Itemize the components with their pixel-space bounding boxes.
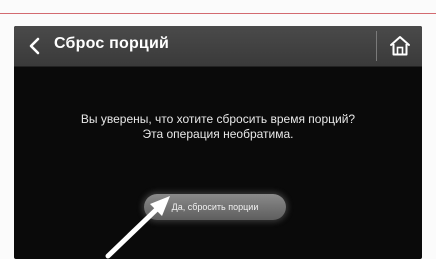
confirmation-message: Вы уверены, что хотите сбросить время по… bbox=[14, 112, 422, 142]
title-divider bbox=[376, 31, 377, 61]
home-icon bbox=[390, 36, 410, 56]
message-line-2: Эта операция необратима. bbox=[142, 127, 294, 141]
home-button[interactable] bbox=[385, 30, 415, 62]
chevron-left-icon bbox=[29, 37, 40, 55]
arrow-pointer-icon bbox=[105, 196, 170, 259]
device-screen: Сброс порций Вы уверены, что хотите сбро… bbox=[14, 26, 422, 259]
message-line-1: Вы уверены, что хотите сбросить время по… bbox=[80, 112, 356, 126]
back-button[interactable] bbox=[24, 34, 44, 58]
top-divider bbox=[0, 13, 436, 14]
screen-title: Сброс порций bbox=[54, 35, 170, 52]
title-bar: Сброс порций bbox=[14, 26, 422, 67]
page: Сброс порций Вы уверены, что хотите сбро… bbox=[0, 0, 436, 259]
